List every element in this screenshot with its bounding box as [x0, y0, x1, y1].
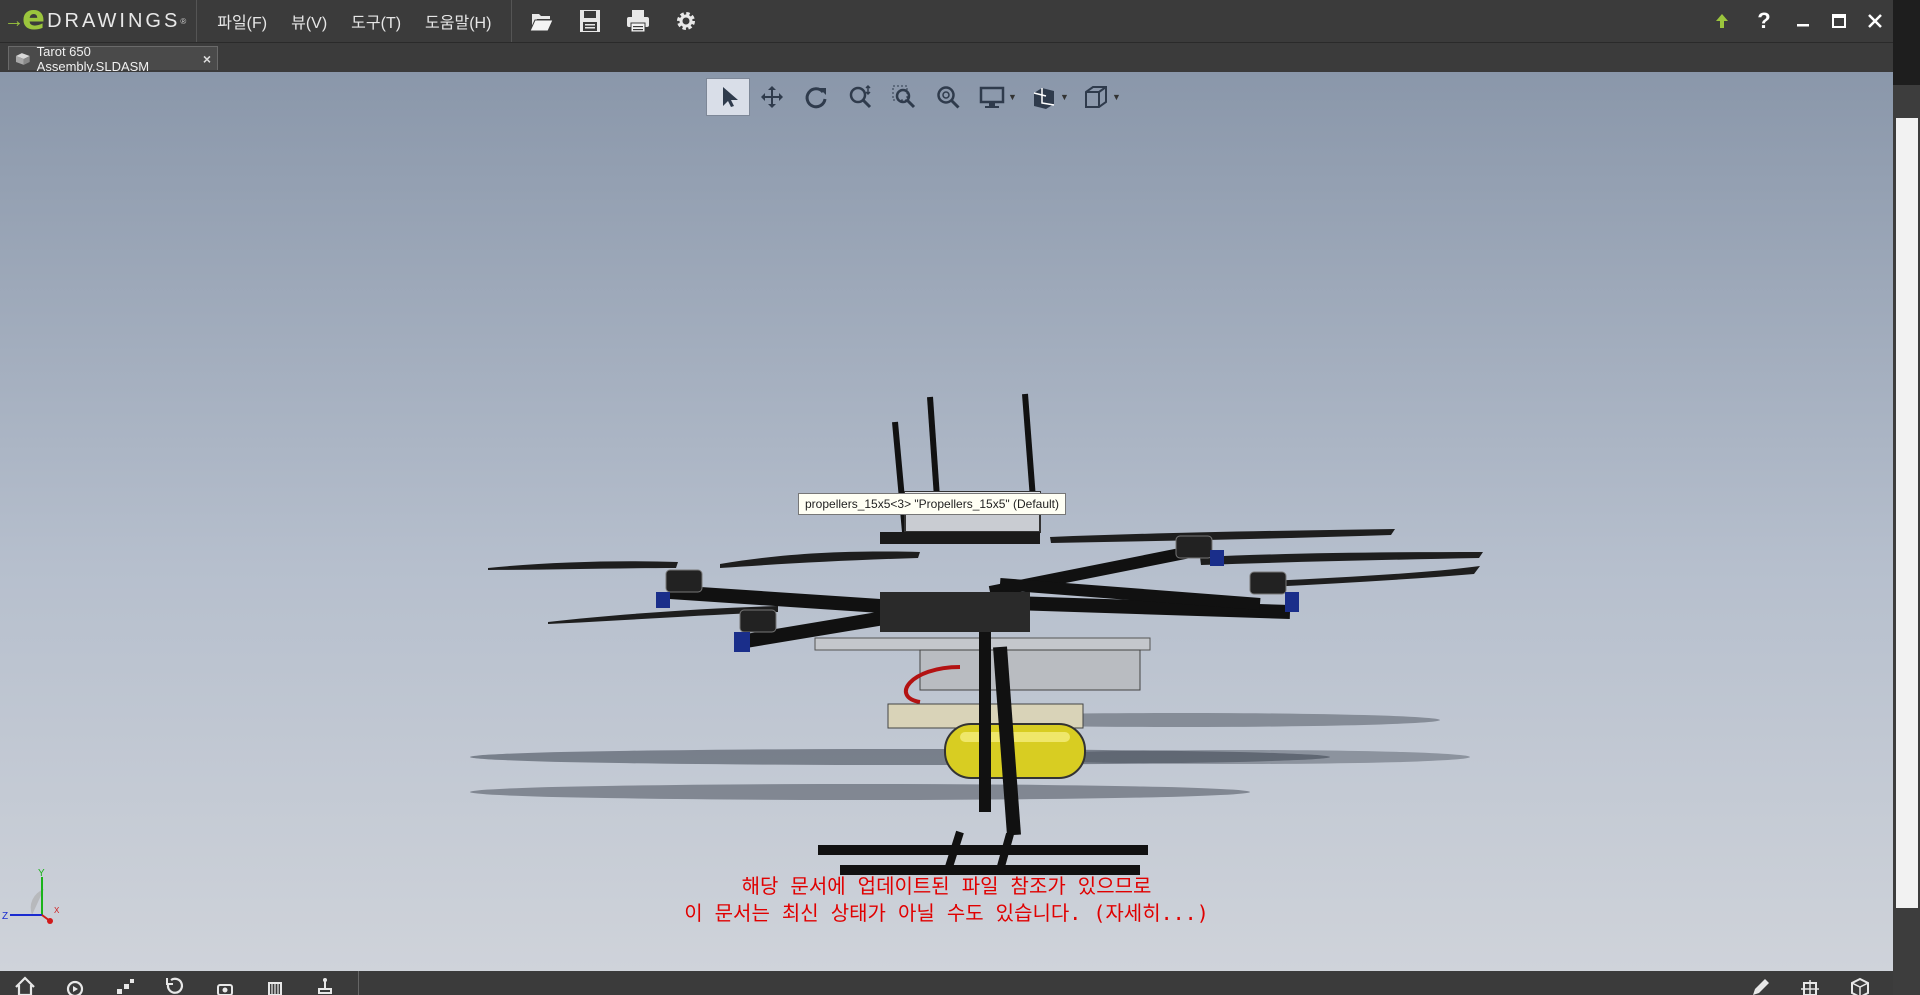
- scrollbar-thumb[interactable]: [1896, 118, 1918, 908]
- drone-3d-model[interactable]: [0, 72, 1893, 971]
- help-button[interactable]: ?: [1743, 3, 1785, 39]
- open-file-icon: [529, 14, 555, 32]
- outdated-warning-line-1[interactable]: 해당 문서에 업데이트된 파일 참조가 있으므로: [0, 873, 1893, 900]
- explode-button[interactable]: [100, 971, 150, 995]
- home-icon: [15, 976, 35, 995]
- logo-arrow-icon: →: [4, 9, 24, 32]
- scrollbar-top-segment: [1893, 0, 1920, 85]
- document-tab-label: Tarot 650 Assembly.SLDASM: [36, 43, 150, 74]
- propeller-blade: [720, 551, 920, 568]
- measure-button[interactable]: [300, 971, 350, 995]
- home-button[interactable]: [0, 971, 50, 995]
- pencil-icon: [1753, 979, 1769, 995]
- motor: [656, 569, 703, 608]
- document-tab-bar: Tarot 650 Assembly.SLDASM ×: [0, 43, 1893, 74]
- settings-icon: [677, 12, 696, 30]
- close-icon: [1868, 14, 1882, 28]
- main-toolbar: [512, 3, 714, 39]
- component-tooltip: propellers_15x5<3> "Propellers_15x5" (De…: [798, 493, 1066, 515]
- camera-button[interactable]: [200, 971, 250, 995]
- save-icon: [580, 10, 601, 32]
- triad-x-label: X: [54, 906, 60, 915]
- measure-icon: [318, 978, 332, 994]
- reset-icon: [166, 977, 184, 994]
- yellow-tank-highlight: [960, 732, 1070, 742]
- explode-icon: [117, 979, 134, 994]
- outdated-warning-line-2[interactable]: 이 문서는 최신 상태가 아닐 수도 있습니다. (자세히...): [0, 900, 1893, 927]
- title-bar: → e DRAWINGS ® 파일(F) 뷰(V) 도구(T) 도움말(H) ?: [0, 0, 1893, 43]
- right-edge-scrollbar[interactable]: [1893, 0, 1920, 995]
- open-file-button[interactable]: [522, 3, 562, 39]
- menu-help[interactable]: 도움말(H): [413, 9, 503, 33]
- animate-button[interactable]: [50, 971, 100, 995]
- logo-registered: ®: [180, 16, 187, 26]
- camera-icon: [217, 984, 233, 995]
- document-tab[interactable]: Tarot 650 Assembly.SLDASM ×: [8, 44, 218, 74]
- logo-word: DRAWINGS: [47, 9, 181, 32]
- bottom-toolbar: [0, 971, 1893, 995]
- 3d-view-button[interactable]: [1835, 971, 1885, 995]
- components-button[interactable]: [250, 971, 300, 995]
- section-icon: [1801, 980, 1819, 995]
- animate-icon: [66, 980, 84, 995]
- propeller-blade: [488, 561, 678, 570]
- triad-z-label: Z: [2, 911, 8, 922]
- section-button[interactable]: [1785, 971, 1835, 995]
- edrawings-logo: → e DRAWINGS ®: [0, 0, 198, 42]
- print-icon: [627, 10, 650, 33]
- propeller-blade: [1200, 552, 1483, 565]
- minimize-icon: [1797, 24, 1809, 27]
- title-right-controls: ?: [1701, 0, 1893, 42]
- upload-button[interactable]: [1701, 3, 1743, 39]
- reset-button[interactable]: [150, 971, 200, 995]
- minimize-button[interactable]: [1785, 10, 1821, 32]
- maximize-icon: [1832, 14, 1846, 28]
- components-icon: [268, 982, 282, 995]
- print-button[interactable]: [618, 3, 658, 39]
- model-shadow: [470, 784, 1250, 800]
- markup-button[interactable]: [1735, 971, 1785, 995]
- close-window-button[interactable]: [1857, 10, 1893, 32]
- settings-button[interactable]: [666, 3, 706, 39]
- center-plate: [880, 592, 1030, 632]
- tab-close-icon[interactable]: ×: [203, 51, 211, 67]
- maximize-button[interactable]: [1821, 10, 1857, 32]
- triad-y-label: Y: [38, 868, 45, 879]
- menu-tools[interactable]: 도구(T): [339, 9, 413, 33]
- propeller-blade: [1050, 529, 1395, 543]
- logo-letter: e: [22, 0, 46, 38]
- motor: [1175, 535, 1224, 566]
- axis-triad: Y Z X: [2, 868, 60, 924]
- top-plate: [880, 532, 1040, 544]
- bottom-right-tools: [1735, 971, 1885, 995]
- save-button[interactable]: [570, 3, 610, 39]
- menu-file[interactable]: 파일(F): [205, 9, 279, 33]
- menu-bar: 파일(F) 뷰(V) 도구(T) 도움말(H): [197, 0, 513, 42]
- cube-icon: [1851, 977, 1869, 995]
- graphics-viewport[interactable]: ▼ ▼ ▼ propellers_15x5<3> "Propellers_15x…: [0, 72, 1893, 971]
- antenna: [892, 421, 908, 533]
- upload-arrow-icon: [1716, 14, 1728, 28]
- menu-view[interactable]: 뷰(V): [279, 9, 339, 33]
- bottom-toolbar-separator: [358, 971, 359, 995]
- battery-box: [919, 649, 1141, 691]
- assembly-doc-icon: [15, 52, 30, 65]
